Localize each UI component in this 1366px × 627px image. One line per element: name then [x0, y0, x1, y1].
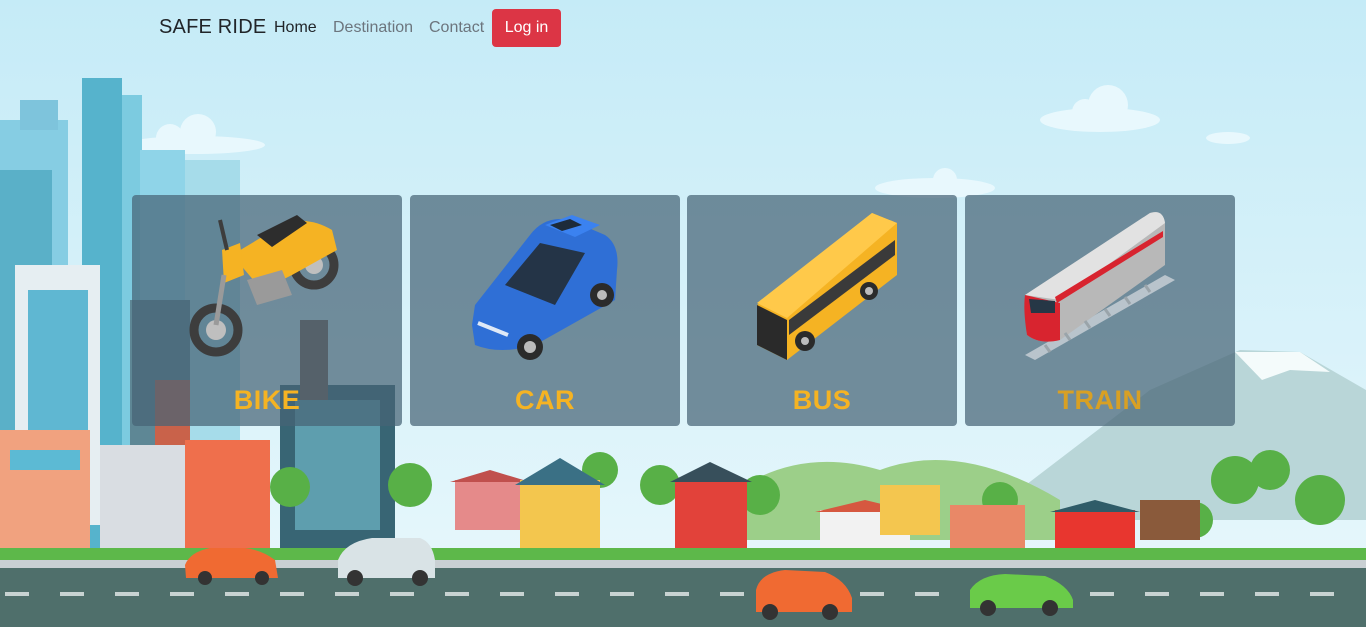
vehicle-label: BIKE — [233, 385, 301, 415]
vehicle-card-car[interactable]: CAR — [410, 195, 680, 426]
vehicle-label: CAR — [515, 385, 575, 415]
vehicle-label: BUS — [792, 385, 852, 415]
vehicle-card-bike[interactable]: BIKE — [132, 195, 402, 426]
brand-logo[interactable]: SAFE RIDE — [159, 16, 266, 39]
nav-contact[interactable]: Contact — [429, 19, 484, 37]
vehicle-card-bus[interactable]: BUS — [687, 195, 957, 426]
vehicle-label: TRAIN — [1057, 385, 1143, 415]
nav-destination[interactable]: Destination — [333, 19, 413, 37]
vehicle-card-train[interactable]: TRAIN — [965, 195, 1235, 426]
login-button[interactable]: Log in — [492, 9, 561, 47]
nav-home[interactable]: Home — [274, 19, 317, 37]
top-navbar: SAFE RIDE Home Destination Contact Log i… — [0, 0, 1366, 57]
